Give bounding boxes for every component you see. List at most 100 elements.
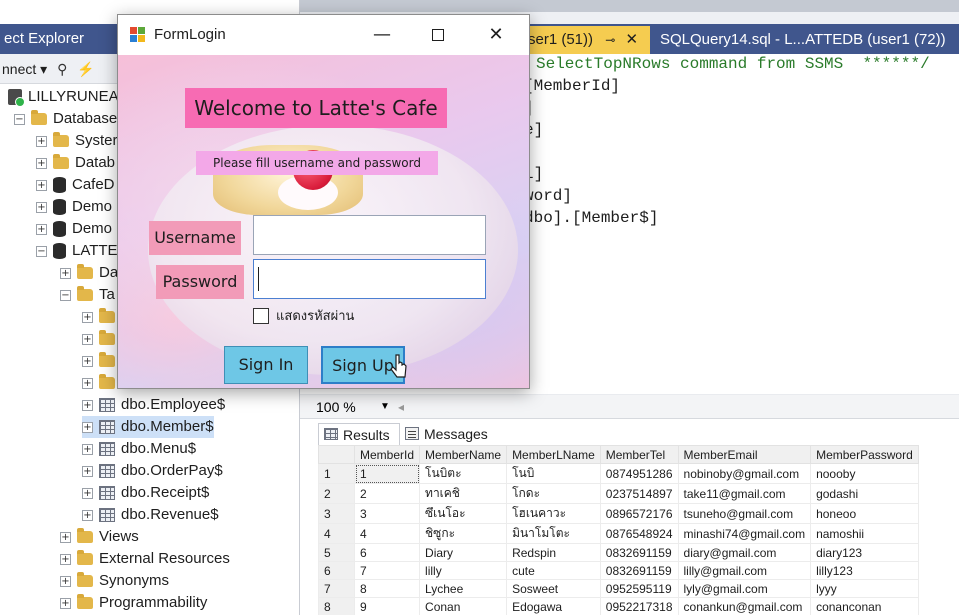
grid-cell[interactable]: 7 xyxy=(353,561,421,580)
tree-node[interactable]: + dbo.Receipt$ xyxy=(82,482,209,504)
close-button[interactable]: ✕ xyxy=(468,15,524,55)
table-row[interactable]: 8 9 Conan Edogawa 0952217318 conankun@gmail.c… xyxy=(318,597,919,615)
collapse-icon[interactable]: − xyxy=(60,289,71,301)
grid-cell[interactable]: take11@gmail.com xyxy=(677,483,812,504)
grid-cell[interactable]: Sosweet xyxy=(506,579,601,598)
tree-node[interactable]: + Da xyxy=(60,262,118,284)
tree-node[interactable]: + dbo.Member$ xyxy=(82,416,214,438)
tree-node[interactable]: + dbo.Employee$ xyxy=(82,394,225,416)
password-input[interactable] xyxy=(253,259,486,299)
expand-icon[interactable]: + xyxy=(82,311,93,323)
grid-cell[interactable]: มินาโมโตะ xyxy=(506,523,601,544)
tree-node[interactable]: + xyxy=(82,306,121,328)
row-number[interactable]: 5 xyxy=(318,543,355,562)
expand-icon[interactable]: + xyxy=(82,509,93,521)
pin-icon[interactable]: ⊸ xyxy=(605,33,615,47)
grid-column-header[interactable]: MemberLName xyxy=(506,445,601,464)
connect-icon[interactable]: ⚲ xyxy=(57,54,67,84)
tab-results[interactable]: Results xyxy=(318,423,400,445)
row-number[interactable]: 8 xyxy=(318,597,355,615)
expand-icon[interactable]: + xyxy=(82,399,93,411)
grid-cell[interactable]: Edogawa xyxy=(506,597,601,615)
grid-cell[interactable]: honeoo xyxy=(810,503,919,524)
expand-icon[interactable]: + xyxy=(60,531,71,543)
grid-cell[interactable]: noooby xyxy=(810,463,919,484)
grid-cell[interactable]: minashi74@gmail.com xyxy=(677,523,812,544)
close-tab-icon[interactable]: ✕ xyxy=(625,31,638,48)
grid-cell[interactable]: ชิซูกะ xyxy=(419,523,508,544)
tree-node[interactable]: + Syster xyxy=(36,130,118,152)
tree-node[interactable]: + xyxy=(82,350,121,372)
tab-messages[interactable]: Messages xyxy=(400,423,500,445)
expand-icon[interactable]: + xyxy=(82,377,93,389)
grid-cell[interactable]: Redspin xyxy=(506,543,601,562)
grid-cell[interactable]: Diary xyxy=(419,543,508,562)
expand-icon[interactable]: + xyxy=(82,333,93,345)
grid-column-header[interactable]: MemberPassword xyxy=(810,445,919,464)
maximize-button[interactable] xyxy=(410,15,466,55)
grid-cell[interactable]: 6 xyxy=(353,543,421,562)
grid-cell[interactable]: 0896572176 xyxy=(599,503,679,524)
expand-icon[interactable]: + xyxy=(36,223,47,235)
tree-node[interactable]: + Synonyms xyxy=(60,570,169,592)
grid-cell[interactable]: Lychee xyxy=(419,579,508,598)
grid-cell[interactable]: lilly@gmail.com xyxy=(677,561,812,580)
collapse-icon[interactable]: − xyxy=(36,245,47,257)
expand-icon[interactable]: + xyxy=(60,597,71,609)
grid-cell[interactable]: 0237514897 xyxy=(599,483,679,504)
grid-cell[interactable]: conankun@gmail.com xyxy=(677,597,812,615)
expand-icon[interactable]: + xyxy=(82,355,93,367)
expand-icon[interactable]: + xyxy=(82,465,93,477)
grid-cell[interactable]: 3 xyxy=(353,503,421,524)
expand-icon[interactable]: + xyxy=(60,267,71,279)
grid-column-header[interactable]: MemberTel xyxy=(599,445,679,464)
grid-cell[interactable]: conanconan xyxy=(810,597,919,615)
tree-node[interactable]: + Programmability xyxy=(60,592,207,614)
grid-cell[interactable]: 2 xyxy=(353,483,421,504)
grid-column-header[interactable] xyxy=(318,445,355,464)
table-row[interactable]: 3 3 ซึเนโอะ โฮเนคาวะ 0896572176 tsuneho@gmail… xyxy=(318,503,919,524)
expand-icon[interactable]: + xyxy=(82,487,93,499)
grid-cell[interactable]: 0874951286 xyxy=(599,463,679,484)
row-number[interactable]: 3 xyxy=(318,503,355,524)
row-number[interactable]: 4 xyxy=(318,523,355,544)
grid-cell[interactable]: 8 xyxy=(353,579,421,598)
tree-node[interactable]: + Datab xyxy=(36,152,115,174)
grid-cell[interactable]: lilly xyxy=(419,561,508,580)
grid-column-header[interactable]: MemberEmail xyxy=(677,445,812,464)
table-row[interactable]: 5 6 Diary Redspin 0832691159 diary@gmail.com d… xyxy=(318,543,919,562)
form-login-titlebar[interactable]: FormLogin — ✕ xyxy=(118,15,529,55)
show-password-checkbox[interactable] xyxy=(253,308,269,324)
grid-cell[interactable]: ทาเคชิ xyxy=(419,483,508,504)
expand-icon[interactable]: + xyxy=(82,443,93,455)
expand-icon[interactable]: + xyxy=(36,157,47,169)
row-number[interactable]: 2 xyxy=(318,483,355,504)
grid-cell[interactable]: Conan xyxy=(419,597,508,615)
tree-node[interactable]: + dbo.Revenue$ xyxy=(82,504,219,526)
zoom-select[interactable]: 100 % xyxy=(316,395,356,419)
expand-icon[interactable]: + xyxy=(82,421,93,433)
grid-cell[interactable]: โนบิตะ xyxy=(419,463,508,484)
grid-cell[interactable]: 0952595119 xyxy=(599,579,679,598)
tab-query-active[interactable]: ser1 (51)) ⊸ ✕ xyxy=(520,26,650,54)
table-row[interactable]: 2 2 ทาเคชิ โกดะ 0237514897 take11@gmail.com go… xyxy=(318,483,919,504)
tree-node[interactable]: + xyxy=(82,372,121,394)
tree-node[interactable]: − LATTE xyxy=(36,240,118,262)
grid-cell[interactable]: โฮเนคาวะ xyxy=(506,503,601,524)
row-number[interactable]: 1 xyxy=(318,463,355,484)
grid-cell[interactable]: tsuneho@gmail.com xyxy=(677,503,812,524)
row-number[interactable]: 7 xyxy=(318,579,355,598)
connect-button[interactable]: nnect ▾ xyxy=(2,61,47,77)
row-number[interactable]: 6 xyxy=(318,561,355,580)
expand-icon[interactable]: + xyxy=(36,135,47,147)
table-row[interactable]: 1 1 โนบิตะ โนบิ 0874951286 nobinoby@gmail.com… xyxy=(318,463,919,484)
expand-icon[interactable]: + xyxy=(36,201,47,213)
grid-cell[interactable]: namoshii xyxy=(810,523,919,544)
collapse-icon[interactable]: − xyxy=(14,113,25,125)
table-row[interactable]: 7 8 Lychee Sosweet 0952595119 lyly@gmail.com l… xyxy=(318,579,919,598)
show-password-label[interactable]: แสดงรหัสผ่าน xyxy=(276,307,354,325)
scroll-left-icon[interactable]: ◂ xyxy=(398,398,406,416)
chevron-down-icon[interactable]: ▼ xyxy=(380,395,390,419)
grid-cell[interactable]: lilly123 xyxy=(810,561,919,580)
expand-icon[interactable]: + xyxy=(60,575,71,587)
